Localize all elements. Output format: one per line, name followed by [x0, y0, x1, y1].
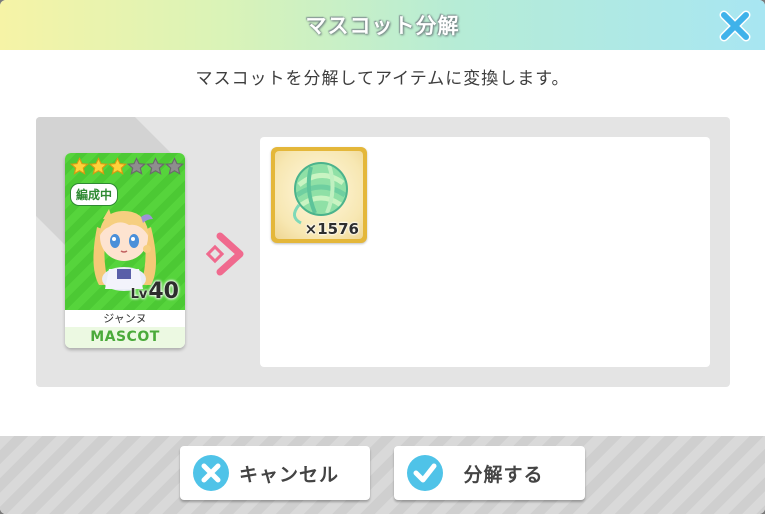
arrow-right-icon [206, 232, 244, 276]
checkmark-icon [407, 455, 443, 491]
level-prefix: Lv [130, 287, 148, 302]
decompose-button-label: 分解する [463, 463, 544, 486]
star-empty-icon [165, 157, 184, 175]
result-item-count: ×1576 [304, 220, 359, 238]
mascot-level: Lv 40 [131, 279, 179, 304]
decompose-button[interactable]: 分解する [394, 446, 585, 500]
star-empty-icon [127, 157, 146, 175]
yarn-ball-icon [293, 162, 348, 225]
cancel-x-icon [193, 455, 229, 491]
rarity-stars [70, 157, 184, 176]
mascot-type-label: MASCOT [65, 327, 185, 348]
result-item-frame: ×1576 [275, 151, 363, 239]
star-filled-icon [70, 157, 89, 175]
close-button[interactable] [719, 10, 751, 42]
mascot-card[interactable]: 編成中 Lv 40 ジャンヌ MASCOT [65, 153, 185, 348]
star-filled-icon [108, 157, 127, 175]
star-filled-icon [89, 157, 108, 175]
cancel-button-label: キャンセル [238, 463, 339, 486]
mascot-name: ジャンヌ [65, 310, 185, 327]
dialog-title: マスコット分解 [305, 14, 460, 38]
level-value: 40 [148, 279, 179, 304]
decompose-dialog: マスコット分解 マスコットを分解してアイテムに変換します。 編成中 Lv 40 … [0, 0, 765, 514]
dialog-footer [0, 436, 765, 514]
dialog-header: マスコット分解 [0, 0, 765, 50]
cancel-button[interactable]: キャンセル [180, 446, 370, 500]
result-item[interactable]: ×1576 [271, 147, 367, 243]
dialog-subtitle: マスコットを分解してアイテムに変換します。 [195, 69, 570, 89]
star-empty-icon [146, 157, 165, 175]
close-icon [719, 10, 751, 42]
mascot-card-art: 編成中 Lv 40 [65, 153, 185, 310]
